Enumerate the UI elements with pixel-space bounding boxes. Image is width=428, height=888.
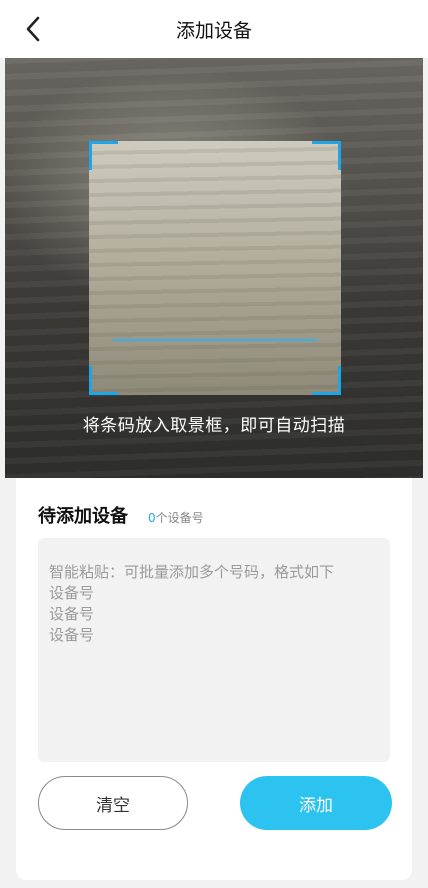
pending-devices-panel: 待添加设备 0个设备号 清空 添加 xyxy=(16,478,412,880)
scan-hint: 将条码放入取景框，即可自动扫描 xyxy=(82,416,346,436)
scan-corner-bottom-right xyxy=(312,366,341,395)
back-button[interactable] xyxy=(18,14,48,44)
top-bar: 添加设备 xyxy=(0,0,428,58)
scan-corner-top-left xyxy=(89,141,118,170)
pending-count: 0个设备号 xyxy=(148,509,204,526)
scan-corner-top-right xyxy=(312,141,341,170)
clear-button[interactable]: 清空 xyxy=(38,776,188,830)
page-title: 添加设备 xyxy=(175,20,252,42)
scan-frame xyxy=(89,141,341,395)
pending-count-suffix: 个设备号 xyxy=(155,511,204,525)
camera-preview: 将条码放入取景框，即可自动扫描 xyxy=(5,58,423,478)
scan-corner-bottom-left xyxy=(89,366,118,395)
pending-title: 待添加设备 xyxy=(38,506,128,527)
scan-line xyxy=(113,339,317,341)
pending-count-number: 0 xyxy=(148,511,156,525)
smart-paste-input[interactable] xyxy=(38,538,390,762)
add-button[interactable]: 添加 xyxy=(240,776,392,830)
chevron-left-icon xyxy=(26,16,40,42)
